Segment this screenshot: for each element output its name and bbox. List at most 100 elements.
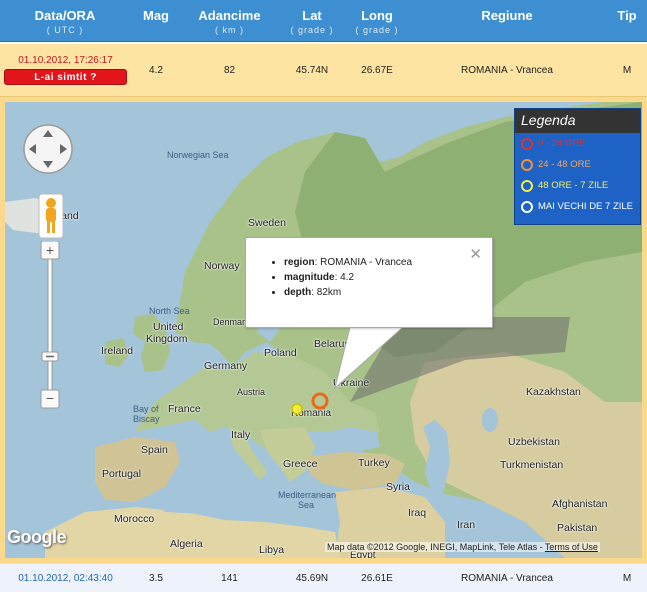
row-depth: 82 xyxy=(223,65,236,76)
map-attribution: Map data ©2012 Google, INEGI, MapLink, T… xyxy=(325,542,600,552)
info-region: region: ROMANIA - Vrancea xyxy=(284,255,492,270)
info-list: region: ROMANIA - Vrancea magnitude: 4.2… xyxy=(284,255,492,300)
info-region-value: : ROMANIA - Vrancea xyxy=(314,257,412,268)
pegman-icon[interactable] xyxy=(38,193,64,239)
row-datetime[interactable]: 01.10.2012, 02:43:40 xyxy=(4,573,127,584)
header-region-label: Regiune xyxy=(481,8,533,23)
label-afghanistan: Afghanistan xyxy=(552,498,608,510)
map-frame: Norwegian Sea eland Sweden Norway North … xyxy=(0,97,647,563)
header-type[interactable]: Tip xyxy=(607,0,647,42)
label-portugal: Portugal xyxy=(102,468,142,480)
label-spain: Spain xyxy=(141,444,168,456)
info-magnitude-value: : 4.2 xyxy=(334,272,355,283)
quake-markers xyxy=(291,392,329,415)
label-austria: Austria xyxy=(237,387,266,397)
label-pakistan: Pakistan xyxy=(557,522,598,534)
label-ireland: Ireland xyxy=(101,345,134,357)
header-long-sub: ( grade ) xyxy=(355,25,399,35)
header-datetime-label: Data/ORA xyxy=(34,8,96,23)
info-depth-key: depth xyxy=(284,287,312,298)
header-depth-sub: ( km ) xyxy=(215,25,244,35)
felt-it-button[interactable]: L-ai simtit ? xyxy=(4,69,127,85)
label-biscay: Biscay xyxy=(133,414,160,424)
row-long: 26.67E xyxy=(361,65,393,76)
label-ukraine: Ukraine xyxy=(333,377,370,389)
label-libya: Libya xyxy=(259,544,285,556)
legend-dot-icon xyxy=(521,159,533,171)
label-denmark: Denmar xyxy=(213,317,246,327)
map-canvas[interactable]: Norwegian Sea eland Sweden Norway North … xyxy=(5,102,642,558)
label-belarus: Belarus xyxy=(314,338,350,350)
label-greece: Greece xyxy=(283,458,318,470)
header-datetime[interactable]: Data/ORA ( UTC ) xyxy=(0,0,130,42)
legend-item-label: 0 - 24 ORE xyxy=(538,138,586,149)
label-turkey: Turkey xyxy=(358,457,390,469)
row-datetime[interactable]: 01.10.2012, 17:26:17 xyxy=(4,55,127,66)
close-icon[interactable]: ✕ xyxy=(469,245,482,263)
label-morocco: Morocco xyxy=(114,513,155,525)
info-magnitude: magnitude: 4.2 xyxy=(284,270,492,285)
map-legend: Legenda 0 - 24 ORE 24 - 48 ORE 48 ORE - … xyxy=(514,108,641,225)
label-norway: Norway xyxy=(204,260,240,272)
info-region-key: region xyxy=(284,257,315,268)
row-mag: 3.5 xyxy=(149,573,163,584)
info-depth-value: : 82km xyxy=(311,287,342,298)
header-region[interactable]: Regiune xyxy=(407,0,607,42)
header-lat-label: Lat xyxy=(302,8,322,23)
table-row[interactable]: 01.10.2012, 02:43:40 3.5 141 45.69N 26.6… xyxy=(0,563,647,592)
legend-item-label: 24 - 48 ORE xyxy=(538,159,591,170)
label-france: France xyxy=(168,403,201,415)
legend-item-label: 48 ORE - 7 ZILE xyxy=(538,180,609,191)
attribution-text: Map data ©2012 Google, INEGI, MapLink, T… xyxy=(327,542,545,552)
header-long[interactable]: Long ( grade ) xyxy=(347,0,407,42)
header-depth-label: Adancime xyxy=(198,8,261,23)
legend-item: 24 - 48 ORE xyxy=(515,154,640,175)
row-region: ROMANIA - Vrancea xyxy=(461,65,553,76)
label-bay-of: Bay of xyxy=(133,404,159,414)
header-depth[interactable]: Adancime ( km ) xyxy=(182,0,277,42)
quake-marker-week[interactable] xyxy=(291,403,303,415)
row-mag: 4.2 xyxy=(149,65,163,76)
label-kazakhstan: Kazakhstan xyxy=(526,386,581,398)
header-mag-label: Mag xyxy=(143,8,169,23)
info-window: ✕ region: ROMANIA - Vrancea magnitude: 4… xyxy=(245,237,493,328)
info-magnitude-key: magnitude xyxy=(284,272,335,283)
header-lat-sub: ( grade ) xyxy=(290,25,334,35)
header-lat[interactable]: Lat ( grade ) xyxy=(277,0,347,42)
header-long-label: Long xyxy=(361,8,393,23)
label-germany: Germany xyxy=(204,360,248,372)
table-row[interactable]: 01.10.2012, 17:26:17 L-ai simtit ? 4.2 8… xyxy=(0,44,647,97)
legend-item: 0 - 24 ORE xyxy=(515,133,640,154)
row-long: 26.61E xyxy=(361,573,393,584)
label-north-sea: North Sea xyxy=(149,306,190,316)
row-type: M xyxy=(622,573,632,584)
legend-item-label: MAI VECHI DE 7 ZILE xyxy=(538,201,634,212)
label-turkmenistan: Turkmenistan xyxy=(500,459,564,471)
header-mag[interactable]: Mag xyxy=(130,0,182,42)
quake-marker-recent[interactable] xyxy=(311,392,329,410)
legend-dot-icon xyxy=(521,138,533,150)
table-header: Data/ORA ( UTC ) Mag Adancime ( km ) Lat… xyxy=(0,0,647,42)
label-united: United xyxy=(153,321,184,333)
legend-item: MAI VECHI DE 7 ZILE xyxy=(515,196,640,217)
label-med-sea: Sea xyxy=(298,500,315,510)
label-sweden: Sweden xyxy=(248,217,286,229)
row-type: M xyxy=(622,65,632,76)
label-iran: Iran xyxy=(457,519,476,531)
label-norwegian-sea: Norwegian Sea xyxy=(167,150,229,160)
row-region: ROMANIA - Vrancea xyxy=(461,573,553,584)
terms-of-use-link[interactable]: Terms of Use xyxy=(545,542,598,552)
google-logo[interactable]: Google xyxy=(7,527,67,548)
label-syria: Syria xyxy=(386,481,410,493)
pan-control[interactable] xyxy=(22,123,74,175)
header-datetime-sub: ( UTC ) xyxy=(46,25,84,35)
label-text: Norwegian Sea xyxy=(167,150,229,160)
legend-item: 48 ORE - 7 ZILE xyxy=(515,175,640,196)
label-algeria: Algeria xyxy=(170,538,203,550)
label-poland: Poland xyxy=(264,347,297,359)
label-italy: Italy xyxy=(231,429,251,441)
zoom-out-icon: − xyxy=(46,390,54,406)
info-depth: depth: 82km xyxy=(284,285,492,300)
row-depth: 141 xyxy=(221,573,238,584)
zoom-control[interactable]: + − xyxy=(39,241,61,411)
